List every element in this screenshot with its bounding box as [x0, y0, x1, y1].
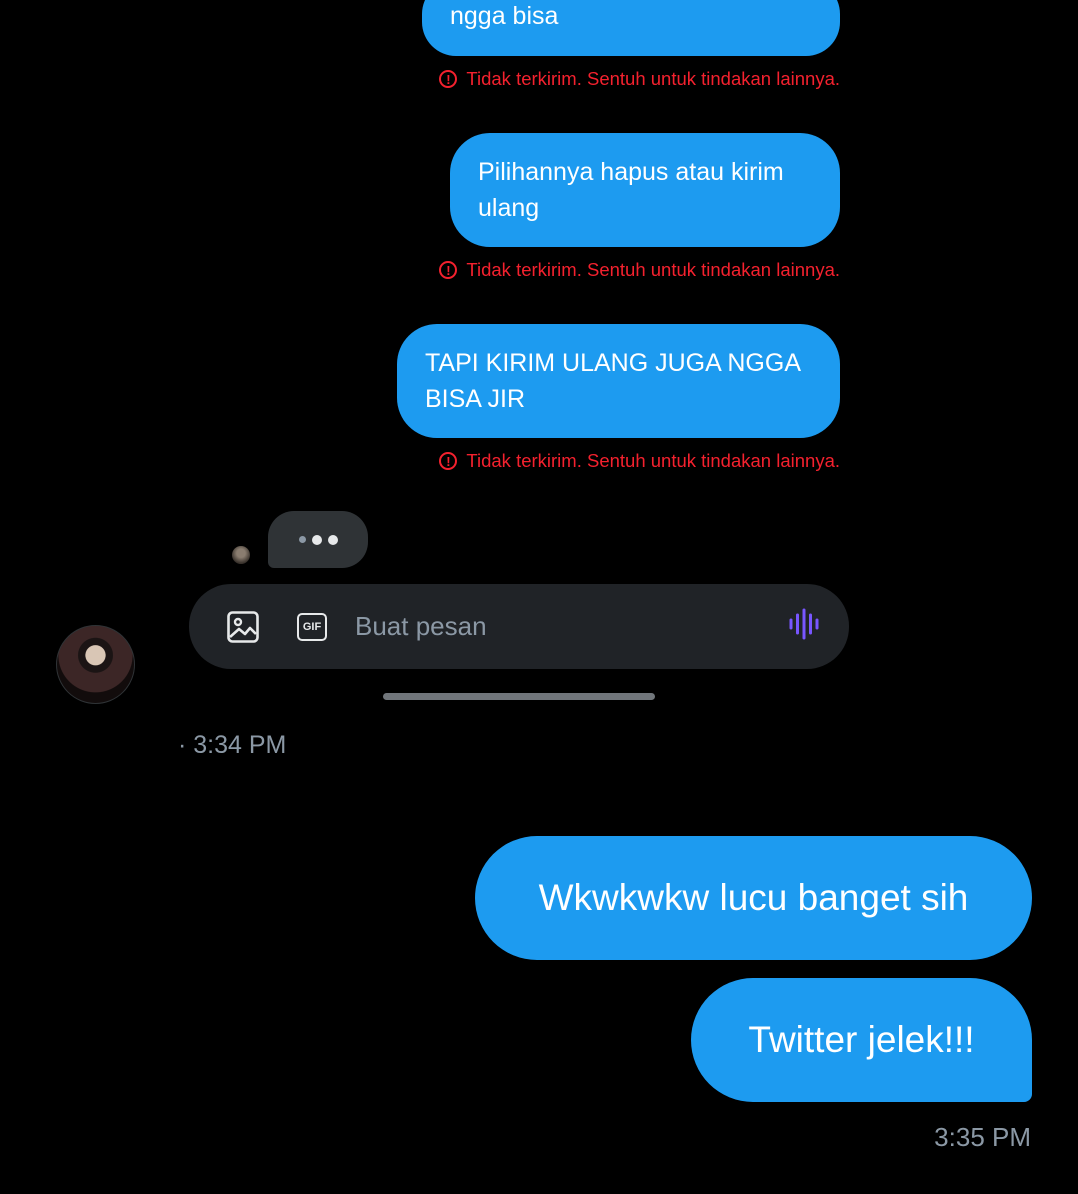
sender-avatar[interactable]	[56, 625, 135, 704]
typing-dot	[327, 534, 338, 545]
message-composer: GIF Buat pesan	[189, 584, 849, 669]
error-icon: !	[439, 261, 458, 279]
shared-screenshot-image[interactable]: ngga bisa ! Tidak terkirim. Sentuh untuk…	[170, 0, 870, 712]
embedded-message-text: Pilihannya hapus atau kirim ulang	[478, 158, 784, 222]
embedded-message-text: ngga bisa	[450, 2, 559, 30]
voice-message-icon[interactable]	[787, 607, 821, 646]
error-status-text: Tidak terkirim. Sentuh untuk tindakan la…	[466, 68, 840, 89]
error-icon: !	[439, 70, 458, 88]
outgoing-message-bubble[interactable]: Wkwkwkw lucu banget sih	[475, 836, 1032, 960]
error-status: ! Tidak terkirim. Sentuh untuk tindakan …	[439, 67, 840, 91]
outgoing-timestamp: 3:35 PM	[934, 1122, 1031, 1152]
typing-user-avatar	[232, 546, 250, 564]
error-status: ! Tidak terkirim. Sentuh untuk tindakan …	[439, 449, 840, 473]
gif-icon[interactable]: GIF	[297, 612, 327, 641]
typing-indicator	[268, 511, 368, 568]
image-icon[interactable]	[225, 609, 261, 645]
outgoing-message-text: Wkwkwkw lucu banget sih	[538, 877, 969, 918]
outgoing-message-text: Twitter jelek!!!	[748, 1019, 975, 1060]
typing-dot	[311, 534, 322, 545]
error-status-text: Tidak terkirim. Sentuh untuk tindakan la…	[466, 259, 840, 280]
message-input[interactable]: Buat pesan	[355, 611, 787, 642]
error-status: ! Tidak terkirim. Sentuh untuk tindakan …	[439, 258, 840, 282]
home-indicator	[383, 693, 655, 700]
embedded-message-bubble: Pilihannya hapus atau kirim ulang	[450, 133, 840, 247]
error-status-text: Tidak terkirim. Sentuh untuk tindakan la…	[466, 450, 840, 471]
incoming-timestamp: · 3:34 PM	[178, 731, 287, 759]
typing-dot	[298, 536, 306, 543]
embedded-message-bubble: ngga bisa	[422, 0, 840, 56]
embedded-message-bubble: TAPI KIRIM ULANG JUGA NGGA BISA JIR	[397, 324, 840, 438]
outgoing-message-bubble[interactable]: Twitter jelek!!!	[691, 978, 1032, 1102]
embedded-message-text: TAPI KIRIM ULANG JUGA NGGA BISA JIR	[425, 349, 800, 413]
error-icon: !	[439, 452, 458, 470]
dm-conversation: ngga bisa ! Tidak terkirim. Sentuh untuk…	[0, 0, 1078, 1194]
